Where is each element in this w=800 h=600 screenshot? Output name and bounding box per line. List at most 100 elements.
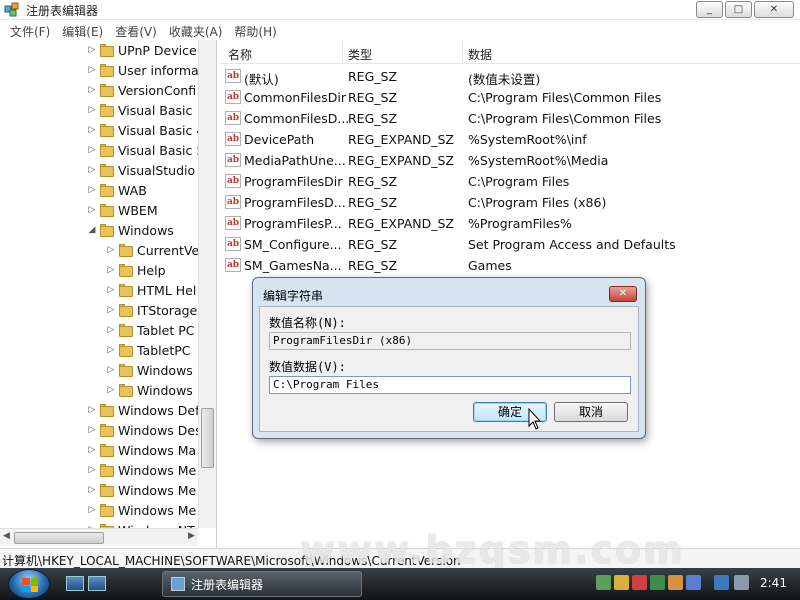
value-data-input[interactable]: C:\Program Files [269, 376, 631, 394]
tree-item[interactable]: ▷ Tablet PC [105, 320, 195, 340]
dialog-close-button[interactable]: ✕ [609, 286, 637, 302]
tree-vertical-scrollbar[interactable] [198, 40, 216, 528]
expand-arrow-icon[interactable]: ▷ [105, 365, 117, 375]
display-icon[interactable] [714, 575, 729, 590]
column-divider[interactable] [342, 42, 343, 64]
expand-arrow-icon[interactable]: ▷ [86, 205, 98, 215]
column-header-type[interactable]: 类型 [348, 46, 372, 63]
list-item[interactable]: ab ProgramFilesDir REG_SZ C:\Program Files [220, 171, 800, 192]
value-type: REG_SZ [348, 174, 398, 189]
expand-arrow-icon[interactable]: ▷ [86, 405, 98, 415]
scroll-right-icon[interactable]: ▶ [188, 531, 195, 541]
list-item[interactable]: ab CommonFilesD... REG_SZ C:\Program Files\… [220, 108, 800, 129]
menu-file[interactable]: 文件(F) [4, 20, 56, 40]
tree-item[interactable]: ▷ Windows Ma [86, 440, 197, 460]
list-item[interactable]: ab (默认) REG_SZ (数值未设置) [220, 66, 800, 87]
keyboard-icon[interactable] [686, 575, 701, 590]
value-name: MediaPathUne... [244, 153, 346, 168]
expand-arrow-icon[interactable]: ▷ [105, 285, 117, 295]
close-button[interactable]: ✕ [754, 1, 794, 18]
tree-item[interactable]: ▷ Windows [105, 360, 193, 380]
menu-favorites[interactable]: 收藏夹(A) [163, 20, 229, 40]
tree-item[interactable]: ▷ Visual Basic 4 [86, 120, 205, 140]
taskbar-regedit-label: 注册表编辑器 [191, 577, 264, 592]
menu-edit[interactable]: 编辑(E) [56, 20, 109, 40]
expand-arrow-icon[interactable]: ▷ [86, 125, 98, 135]
list-item[interactable]: ab MediaPathUne... REG_EXPAND_SZ %SystemRoo… [220, 150, 800, 171]
collapse-arrow-icon[interactable]: ◢ [86, 225, 98, 235]
blocked-icon[interactable] [632, 575, 647, 590]
show-desktop-icon[interactable] [66, 576, 84, 591]
tree-item[interactable]: ▷ Windows Me [86, 500, 197, 520]
expand-arrow-icon[interactable]: ▷ [105, 345, 117, 355]
expand-arrow-icon[interactable]: ▷ [105, 385, 117, 395]
list-item[interactable]: ab DevicePath REG_EXPAND_SZ %SystemRoot%\in… [220, 129, 800, 150]
tree-item[interactable]: ▷ User informa [86, 60, 199, 80]
clock[interactable]: 2:41 [760, 576, 787, 590]
value-data: C:\Program Files\Common Files [468, 111, 662, 126]
tree-item[interactable]: ▷ Help [105, 260, 166, 280]
tree-horizontal-scrollbar[interactable]: ◀ ▶ [0, 528, 198, 546]
tree-item[interactable]: ▷ Windows Def [86, 400, 200, 420]
expand-arrow-icon[interactable]: ▷ [86, 465, 98, 475]
maximize-button[interactable]: □ [725, 1, 752, 18]
tree-item[interactable]: ▷ Visual Basic [86, 100, 193, 120]
tree-item[interactable]: ▷ Windows Me [86, 460, 197, 480]
list-item[interactable]: ab ProgramFilesD... REG_SZ C:\Program Files… [220, 192, 800, 213]
switch-windows-icon[interactable] [88, 576, 106, 591]
tree-item[interactable]: ▷ HTML Hel [105, 280, 197, 300]
expand-arrow-icon[interactable]: ▷ [105, 325, 117, 335]
tree-item[interactable]: ◢ Windows [86, 220, 174, 240]
network-icon[interactable] [596, 575, 611, 590]
expand-arrow-icon[interactable]: ▷ [86, 105, 98, 115]
column-header-name[interactable]: 名称 [228, 46, 252, 63]
expand-arrow-icon[interactable]: ▷ [86, 85, 98, 95]
taskbar-regedit-button[interactable]: 注册表编辑器 [162, 571, 362, 597]
scroll-left-icon[interactable]: ◀ [3, 531, 10, 541]
tree-item-label: Visual Basic 4 [118, 122, 205, 138]
expand-arrow-icon[interactable]: ▷ [86, 485, 98, 495]
expand-arrow-icon[interactable]: ▷ [86, 445, 98, 455]
cancel-button[interactable]: 取消 [554, 402, 628, 422]
expand-arrow-icon[interactable]: ▷ [86, 45, 98, 55]
security-icon[interactable] [614, 575, 629, 590]
start-button[interactable] [8, 569, 50, 599]
column-divider[interactable] [462, 42, 463, 64]
tree-item[interactable]: ▷ Windows Me [86, 480, 197, 500]
volume-icon[interactable] [734, 575, 749, 590]
tree-item[interactable]: ▷ VersionConfi [86, 80, 197, 100]
list-item[interactable]: ab SM_GamesNa... REG_SZ Games [220, 255, 800, 276]
expand-arrow-icon[interactable]: ▷ [86, 505, 98, 515]
expand-arrow-icon[interactable]: ▷ [86, 165, 98, 175]
search-icon[interactable] [668, 575, 683, 590]
expand-arrow-icon[interactable]: ▷ [86, 425, 98, 435]
shield-icon[interactable] [650, 575, 665, 590]
tree-horizontal-scroll-thumb[interactable] [14, 532, 104, 544]
tree-item[interactable]: ▷ WAB [86, 180, 147, 200]
expand-arrow-icon[interactable]: ▷ [86, 145, 98, 155]
tree-item[interactable]: ▷ Windows [105, 380, 193, 400]
expand-arrow-icon[interactable]: ▷ [86, 185, 98, 195]
list-item[interactable]: ab ProgramFilesP... REG_EXPAND_SZ %ProgramF… [220, 213, 800, 234]
tree-item[interactable]: ▷ TabletPC [105, 340, 191, 360]
list-item[interactable]: ab SM_Configure... REG_SZ Set Program Acces… [220, 234, 800, 255]
tree-vertical-scroll-thumb[interactable] [201, 408, 214, 468]
list-item[interactable]: ab CommonFilesDir REG_SZ C:\Program Files\C… [220, 87, 800, 108]
tree-item[interactable]: ▷ UPnP Device [86, 40, 197, 60]
expand-arrow-icon[interactable]: ▷ [105, 245, 117, 255]
menu-view[interactable]: 查看(V) [109, 20, 163, 40]
tree-item[interactable]: ▷ VisualStudio [86, 160, 196, 180]
expand-arrow-icon[interactable]: ▷ [86, 65, 98, 75]
expand-arrow-icon[interactable]: ▷ [105, 265, 117, 275]
tree-item[interactable]: ▷ ITStorage [105, 300, 198, 320]
minimize-button[interactable]: _ [696, 1, 723, 18]
registry-tree[interactable]: ▷ UPnP Device ▷ User informa ▷ VersionConfi ▷ V… [0, 40, 217, 548]
menu-help[interactable]: 帮助(H) [228, 20, 282, 40]
expand-arrow-icon[interactable]: ▷ [105, 305, 117, 315]
column-header-data[interactable]: 数据 [468, 46, 492, 63]
tree-item[interactable]: ▷ Visual Basic 5 [86, 140, 205, 160]
tree-item[interactable]: ▷ CurrentVe [105, 240, 200, 260]
tree-item[interactable]: ▷ Windows Des [86, 420, 202, 440]
string-value-icon: ab [225, 216, 241, 230]
tree-item[interactable]: ▷ WBEM [86, 200, 158, 220]
